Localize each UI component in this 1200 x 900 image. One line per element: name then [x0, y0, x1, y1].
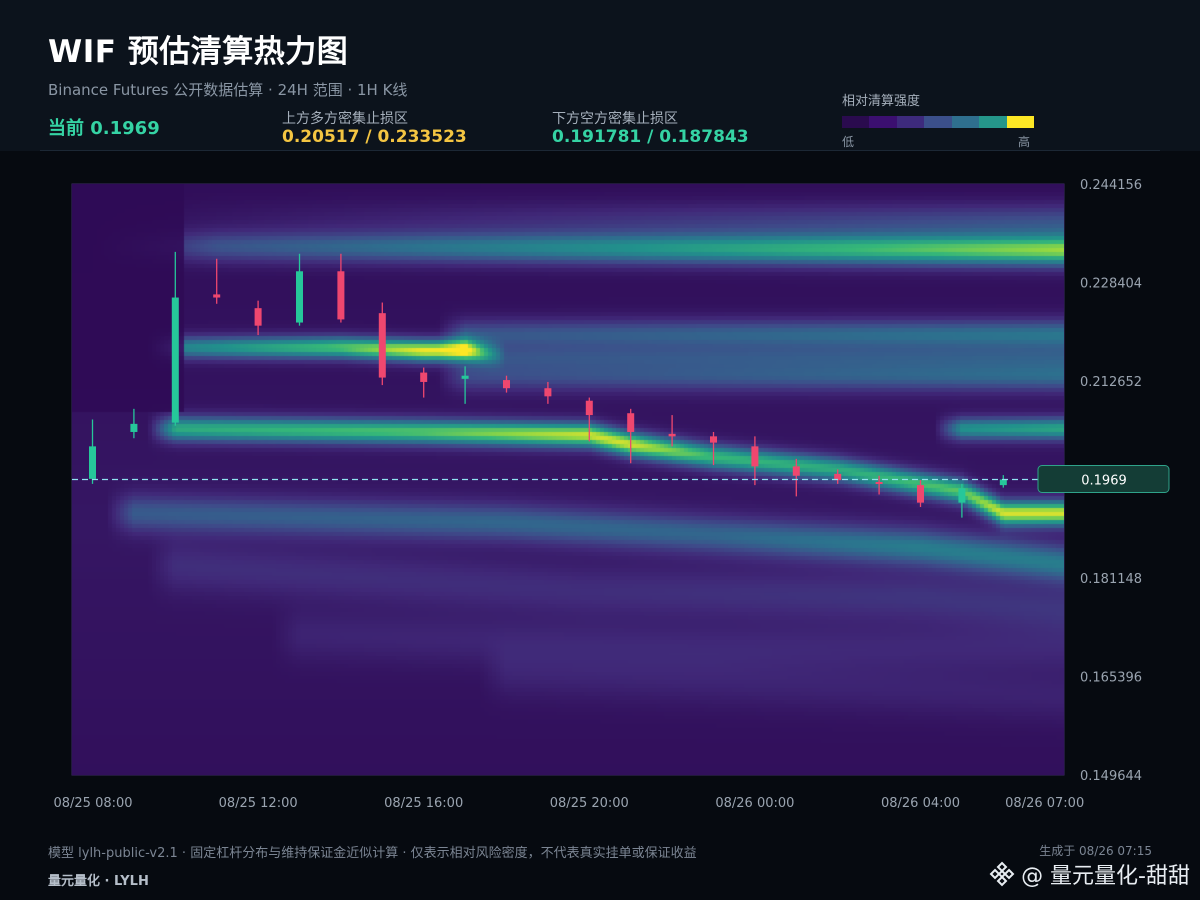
- candle-body: [89, 446, 96, 479]
- candle-body: [378, 313, 386, 378]
- candle-body: [751, 446, 759, 467]
- x-tick-label: 08/25 16:00: [384, 796, 463, 811]
- y-tick-label: 0.244156: [1080, 178, 1142, 193]
- candle-body: [254, 308, 262, 326]
- candle-body: [627, 413, 635, 432]
- x-tick-label: 08/25 20:00: [550, 796, 629, 811]
- watermark: @ 量元量化-甜甜: [989, 858, 1190, 890]
- y-tick-label: 0.165396: [1080, 671, 1142, 686]
- candle-body: [999, 479, 1007, 486]
- candle-body: [875, 482, 883, 485]
- candle-body: [337, 271, 345, 320]
- footer-disclaimer: 模型 lylh-public-v2.1 · 固定杠杆分布与维持保证金近似计算 ·…: [48, 846, 697, 861]
- y-tick-label: 0.228404: [1080, 277, 1142, 292]
- candle-body: [461, 375, 469, 379]
- candle-body: [710, 436, 717, 443]
- watermark-text: @ 量元量化-甜甜: [1021, 864, 1190, 889]
- candle-body: [917, 485, 924, 503]
- liquidation-heatmap-chart: 0.1969 0.244156 0.228404 0.212652 0.181148 0…: [53, 178, 1170, 811]
- candle-body: [130, 423, 138, 432]
- candle-body: [171, 297, 179, 423]
- candle-body: [420, 372, 428, 382]
- footer-brand: 量元量化 · LYLH: [48, 874, 149, 889]
- x-tick-label: 08/26 04:00: [881, 796, 960, 811]
- candle-body: [958, 488, 966, 503]
- generated-timestamp: 生成于 08/26 07:15: [1039, 844, 1152, 858]
- y-tick-label: 0.149644: [1080, 769, 1142, 784]
- candle-body: [296, 271, 303, 323]
- current-price-tag: 0.1969: [1037, 465, 1170, 493]
- current-price-tag-label: 0.1969: [1081, 474, 1127, 489]
- y-tick-label: 0.212652: [1080, 375, 1142, 390]
- candle-body: [544, 388, 552, 397]
- candle-body: [213, 294, 221, 298]
- candle-body: [792, 466, 800, 476]
- x-tick-label: 08/25 12:00: [219, 796, 298, 811]
- candle-body: [503, 380, 510, 389]
- candle-body: [585, 400, 593, 416]
- candle-body: [668, 433, 676, 437]
- binance-logo-icon: [989, 861, 1015, 887]
- x-tick-label: 08/26 00:00: [715, 796, 794, 811]
- x-axis: 08/25 08:00 08/25 12:00 08/25 16:00 08/25 2…: [53, 796, 1084, 811]
- x-tick-label: 08/26 07:00: [1005, 796, 1084, 811]
- y-tick-label: 0.181148: [1080, 572, 1142, 587]
- x-tick-label: 08/25 08:00: [53, 796, 132, 811]
